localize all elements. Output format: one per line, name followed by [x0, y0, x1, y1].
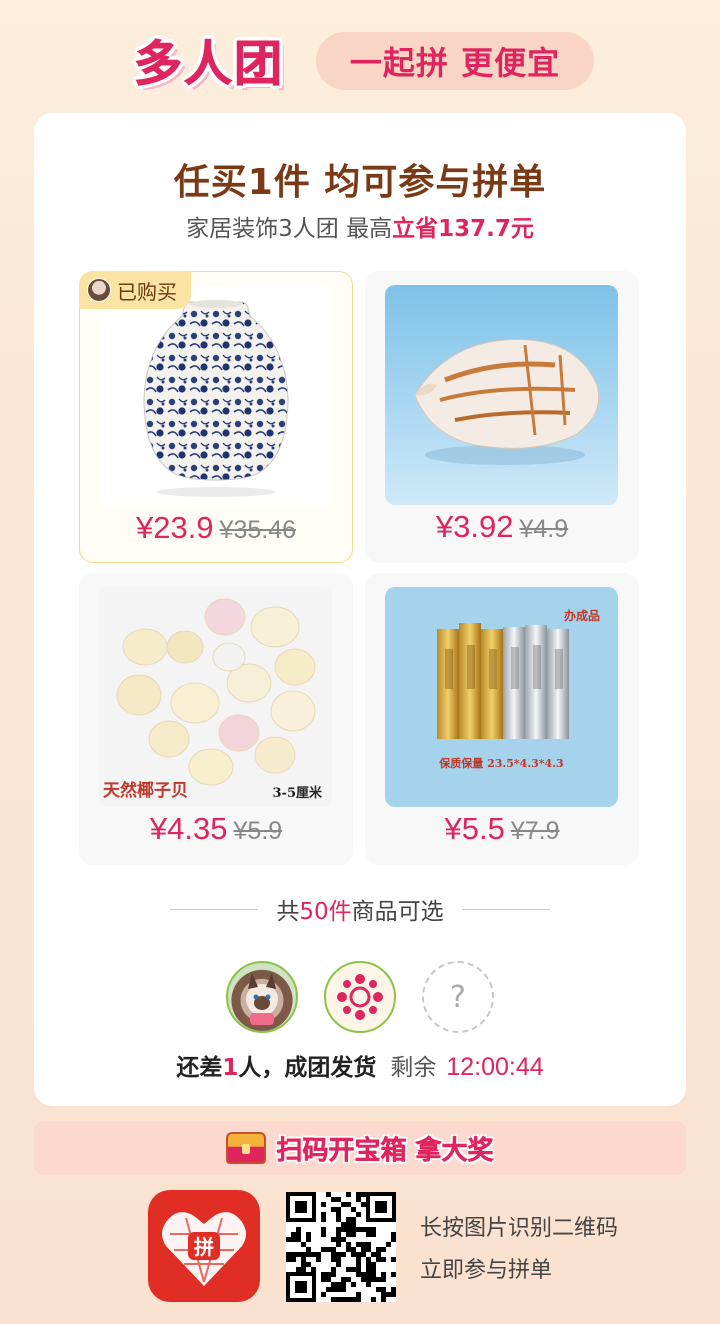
treasure-chest-icon: [226, 1132, 267, 1164]
scan-hint-line2: 立即参与拼单: [420, 1258, 553, 1283]
original-price: ¥35.46: [219, 516, 297, 544]
scan-hint-line1: 长按图片识别二维码: [420, 1216, 619, 1241]
product-card-vase[interactable]: 已购买 ¥23.9 ¥35.46: [79, 271, 353, 563]
total-count: 50件: [299, 899, 352, 925]
product-card-shells[interactable]: 天然椰子贝 3-5厘米 ¥4.35 ¥5.9: [79, 573, 353, 865]
bars-caption-bottom: 保质保量 23.5*4.3*4.3: [439, 757, 564, 770]
countdown-timer: 12:00:44: [446, 1053, 544, 1081]
product-image-vase[interactable]: [100, 286, 333, 506]
logo-character: 拼: [194, 1235, 214, 1259]
shell-caption-left: 天然椰子贝: [103, 781, 188, 801]
shell-caption-right: 3-5厘米: [272, 786, 323, 801]
group-status: 还差1人，成团发货 剩余 12:00:44: [34, 1048, 686, 1082]
original-price: ¥4.9: [519, 515, 569, 543]
divider-left: [170, 908, 259, 910]
total-items-text: 共50件商品可选: [276, 899, 444, 925]
participant-avatar-cat: [226, 961, 298, 1033]
product-price: ¥3.92 ¥4.9: [365, 509, 639, 545]
remaining-label: 剩余: [390, 1055, 437, 1081]
product-card-conch[interactable]: ¥3.92 ¥4.9: [365, 271, 639, 563]
current-price: ¥5.5: [444, 811, 505, 846]
divider-right: [461, 908, 550, 910]
pinduoduo-app-icon: 拼: [148, 1190, 260, 1302]
current-price: ¥3.92: [435, 509, 514, 544]
bought-badge: 已购买: [79, 271, 191, 309]
current-price: ¥23.9: [135, 510, 214, 545]
card-subtitle: 家居装饰3人团 最高立省137.7元: [34, 209, 686, 243]
status-text: 还差1人，成团发货: [176, 1055, 377, 1081]
treasure-banner[interactable]: 扫码开宝箱 拿大奖: [34, 1121, 686, 1175]
empty-slot-avatar: ?: [422, 961, 494, 1033]
card-title: 任买1件 均可参与拼单: [173, 162, 547, 203]
product-price: ¥23.9 ¥35.46: [80, 510, 352, 546]
product-price: ¥4.35 ¥5.9: [79, 811, 353, 847]
product-price: ¥5.5 ¥7.9: [365, 811, 639, 847]
product-image-gold-bars[interactable]: 办成品 保质保量 23.5*4.3*4.3: [385, 587, 618, 807]
group-buy-card: 任买1件 均可参与拼单 家居装饰3人团 最高立省137.7元 已购买 ¥23.9…: [34, 113, 686, 1106]
bars-caption-top: 办成品: [563, 609, 600, 623]
bought-label: 已购买: [117, 279, 177, 304]
product-image-shells[interactable]: 天然椰子贝 3-5厘米: [99, 587, 332, 807]
product-image-conch[interactable]: [385, 285, 618, 505]
buyer-avatar: [87, 278, 111, 302]
current-price: ¥4.35: [149, 811, 228, 846]
original-price: ¥5.9: [233, 817, 283, 845]
total-items-row: 共50件商品可选: [34, 893, 686, 925]
subtitle-text: 家居装饰3人团 最高: [186, 216, 393, 242]
qr-code[interactable]: [286, 1192, 396, 1302]
original-price: ¥7.9: [510, 817, 560, 845]
slogan-pill: 一起拼 更便宜: [316, 32, 594, 90]
missing-count: 1: [222, 1055, 239, 1081]
participant-avatar-flower: [324, 961, 396, 1033]
save-amount: 立省137.7元: [392, 216, 534, 242]
banner-text: 扫码开宝箱 拿大奖: [276, 1135, 494, 1166]
scan-hint: 长按图片识别二维码 立即参与拼单: [420, 1208, 618, 1292]
question-mark-icon: ?: [450, 979, 466, 1015]
product-card-gold-bars[interactable]: 办成品 保质保量 23.5*4.3*4.3 ¥5.5 ¥7.9: [365, 573, 639, 865]
brand-logo: 多人团: [133, 36, 284, 93]
